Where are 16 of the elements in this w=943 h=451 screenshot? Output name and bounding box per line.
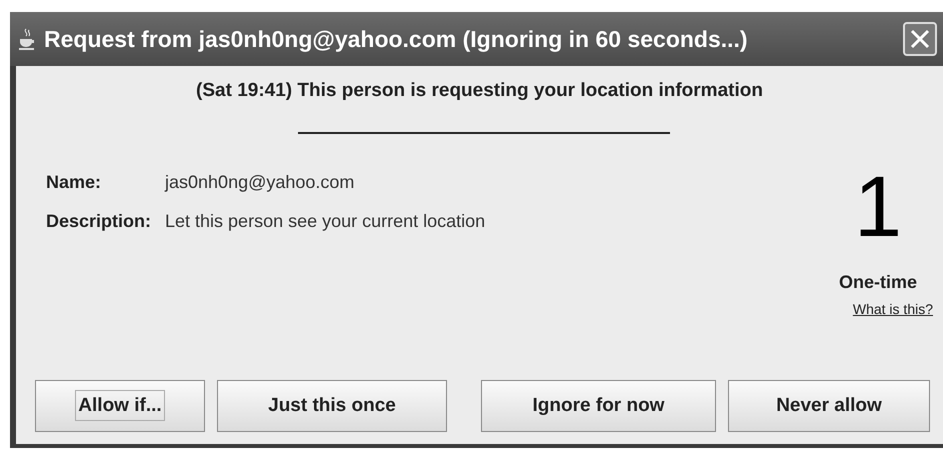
- field-label: Description:: [46, 211, 152, 232]
- action-button[interactable]: Never allow: [728, 380, 930, 432]
- action-button[interactable]: Allow if...: [35, 380, 205, 432]
- field-value: Let this person see your current location: [165, 211, 486, 232]
- field-value: jas0nh0ng@yahoo.com: [165, 172, 356, 193]
- action-button[interactable]: Just this once: [217, 380, 447, 432]
- window-title: Request from jas0nh0ng@yahoo.com (Ignoring in 60 seconds...): [44, 26, 749, 52]
- request-heading: (Sat 19:41) This person is requesting your location information: [195, 80, 764, 102]
- close-button[interactable]: [903, 22, 937, 56]
- action-button[interactable]: Ignore for now: [481, 380, 716, 432]
- help-link[interactable]: What is this?: [852, 301, 933, 317]
- java-cup-icon: [18, 28, 36, 50]
- count-number: 1: [854, 164, 902, 250]
- close-icon: [909, 28, 931, 50]
- frequency-label: One-time: [838, 272, 917, 293]
- field-label: Name:: [46, 172, 102, 193]
